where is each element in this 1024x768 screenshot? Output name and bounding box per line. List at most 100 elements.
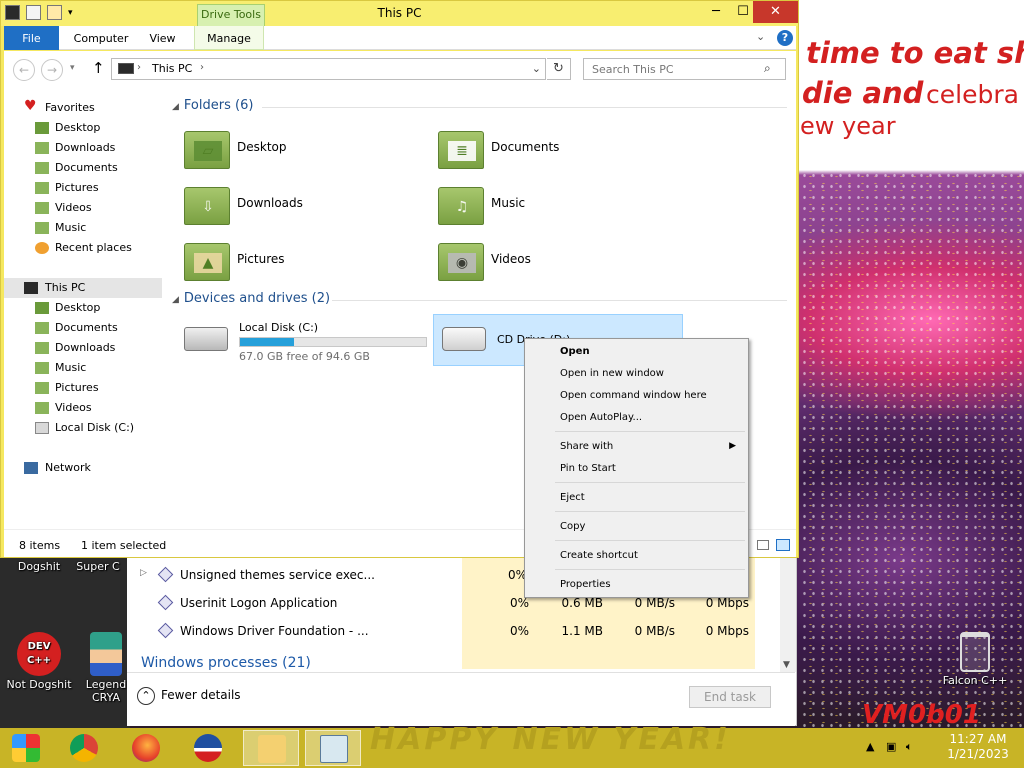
clock[interactable]: 11:27 AM 1/21/2023: [938, 732, 1018, 762]
music-icon: [35, 222, 49, 234]
minimize-button[interactable]: ─: [701, 1, 731, 23]
nav-fav-videos[interactable]: Videos: [4, 198, 162, 218]
folder-pictures[interactable]: ▲ Pictures: [184, 241, 424, 287]
menu-separator: [555, 482, 745, 483]
nav-pc-desktop[interactable]: Desktop: [4, 298, 162, 318]
nav-pc-downloads[interactable]: Downloads: [4, 338, 162, 358]
end-task-button[interactable]: End task: [689, 686, 771, 708]
drive-name: Local Disk (C:): [239, 321, 319, 334]
folder-videos[interactable]: ◉ Videos: [438, 241, 678, 287]
address-bar[interactable]: › This PC › ⌄: [111, 58, 546, 80]
nav-network[interactable]: Network: [4, 458, 162, 478]
nav-fav-pictures[interactable]: Pictures: [4, 178, 162, 198]
folder-documents[interactable]: ≣ Documents: [438, 129, 678, 175]
show-hidden-icons-icon[interactable]: ▲: [866, 740, 874, 753]
tab-computer[interactable]: Computer: [66, 26, 136, 50]
tab-view[interactable]: View: [140, 26, 185, 50]
drive-free-space: 67.0 GB free of 94.6 GB: [239, 350, 370, 363]
recent-locations-icon[interactable]: ▾: [70, 63, 75, 73]
folders-group-header[interactable]: ◢ Folders (6): [172, 98, 253, 113]
tab-file[interactable]: File: [4, 26, 59, 50]
network-status-icon[interactable]: ▣: [886, 740, 896, 753]
folder-music[interactable]: ♫ Music: [438, 185, 678, 231]
menu-open-autoplay[interactable]: Open AutoPlay...: [527, 407, 746, 429]
menu-create-shortcut[interactable]: Create shortcut: [527, 545, 746, 567]
taskbar-firefox[interactable]: [122, 730, 170, 766]
chevron-right-icon[interactable]: ›: [137, 62, 141, 73]
menu-eject[interactable]: Eject: [527, 487, 746, 509]
taskbar-chrome[interactable]: [60, 730, 108, 766]
menu-open[interactable]: Open: [527, 341, 746, 363]
tab-manage[interactable]: Manage: [194, 26, 264, 50]
process-row[interactable]: Windows Driver Foundation - ... 0% 1.1 M…: [127, 618, 777, 646]
music-folder-icon: ♫: [438, 187, 484, 225]
help-icon[interactable]: ?: [777, 30, 793, 46]
selection-count: 1 item selected: [81, 539, 167, 552]
address-dropdown-icon[interactable]: ⌄: [532, 62, 541, 75]
nav-fav-desktop[interactable]: Desktop: [4, 118, 162, 138]
devices-group-header[interactable]: ◢ Devices and drives (2): [172, 291, 330, 306]
nav-fav-downloads[interactable]: Downloads: [4, 138, 162, 158]
menu-properties[interactable]: Properties: [527, 574, 746, 596]
folder-downloads[interactable]: ⇩ Downloads: [184, 185, 424, 231]
nav-pc-videos[interactable]: Videos: [4, 398, 162, 418]
refresh-button[interactable]: ↻: [547, 58, 571, 80]
clock-time: 11:27 AM: [949, 732, 1007, 746]
forward-button[interactable]: →: [41, 59, 63, 81]
desktop-icon: [35, 302, 49, 314]
documents-icon: [35, 322, 49, 334]
menu-open-command-window[interactable]: Open command window here: [527, 385, 746, 407]
volume-icon[interactable]: 🔈︎: [906, 740, 913, 753]
address-path[interactable]: This PC: [152, 62, 192, 75]
title-bar[interactable]: ▾ Drive Tools This PC ─ ☐ ✕: [1, 1, 798, 26]
nav-favorites[interactable]: ♥ Favorites: [4, 98, 162, 118]
drive-local-disk-c[interactable]: Local Disk (C:) 67.0 GB free of 94.6 GB: [176, 315, 432, 367]
details-view-icon[interactable]: [757, 540, 769, 550]
expand-ribbon-icon[interactable]: ⌄: [756, 30, 765, 43]
group-divider: [262, 107, 787, 108]
folder-icon: [258, 735, 286, 763]
search-input[interactable]: Search This PC: [583, 58, 786, 80]
large-icons-view-icon[interactable]: [776, 539, 790, 551]
taskbar-file-explorer[interactable]: [243, 730, 299, 766]
chevron-right-icon[interactable]: ›: [200, 62, 204, 73]
nav-pc-documents[interactable]: Documents: [4, 318, 162, 338]
videos-icon: [35, 202, 49, 214]
folder-desktop[interactable]: ▱ Desktop: [184, 129, 424, 175]
computer-icon: [24, 282, 38, 294]
close-button[interactable]: ✕: [753, 1, 798, 23]
desktop-icon-legend[interactable]: Legend CRYA: [82, 632, 130, 704]
nav-fav-music[interactable]: Music: [4, 218, 162, 238]
taskbar-obama-app[interactable]: [184, 730, 232, 766]
menu-open-new-window[interactable]: Open in new window: [527, 363, 746, 385]
desktop-icon-not-dogshit[interactable]: DEV C++ Not Dogshit: [0, 632, 78, 691]
fewer-details-button[interactable]: ⌃ Fewer details: [137, 687, 241, 705]
scroll-down-icon[interactable]: ▼: [783, 660, 790, 670]
nav-pc-music[interactable]: Music: [4, 358, 162, 378]
nav-pc-local-disk[interactable]: Local Disk (C:): [4, 418, 162, 438]
videos-icon: [35, 402, 49, 414]
drive-usage-bar: [239, 337, 427, 347]
back-button[interactable]: ←: [13, 59, 35, 81]
menu-share-with[interactable]: Share with ▶: [527, 436, 746, 458]
chevron-up-icon: ⌃: [137, 687, 155, 705]
menu-copy[interactable]: Copy: [527, 516, 746, 538]
nav-fav-documents[interactable]: Documents: [4, 158, 162, 178]
system-tray: ▲ ▣ 🔈︎: [866, 740, 912, 754]
nav-label: Favorites: [45, 101, 95, 114]
nav-this-pc[interactable]: This PC: [4, 278, 162, 298]
nav-fav-recent[interactable]: Recent places: [4, 238, 162, 258]
up-button[interactable]: ↑: [92, 59, 105, 77]
taskbar-task-manager[interactable]: [305, 730, 361, 766]
search-icon[interactable]: ⌕: [764, 61, 771, 76]
item-count: 8 items: [19, 539, 61, 552]
desktop-icon-super[interactable]: Super C: [66, 560, 130, 573]
expand-arrow-icon[interactable]: ▷: [140, 568, 147, 578]
task-manager-scrollbar[interactable]: ▼: [780, 557, 796, 672]
folder-label: Documents: [491, 140, 560, 154]
menu-separator: [555, 511, 745, 512]
desktop-icon-falcon[interactable]: Falcon C++: [936, 632, 1014, 687]
nav-pc-pictures[interactable]: Pictures: [4, 378, 162, 398]
menu-pin-to-start[interactable]: Pin to Start: [527, 458, 746, 480]
start-button[interactable]: [2, 730, 50, 766]
